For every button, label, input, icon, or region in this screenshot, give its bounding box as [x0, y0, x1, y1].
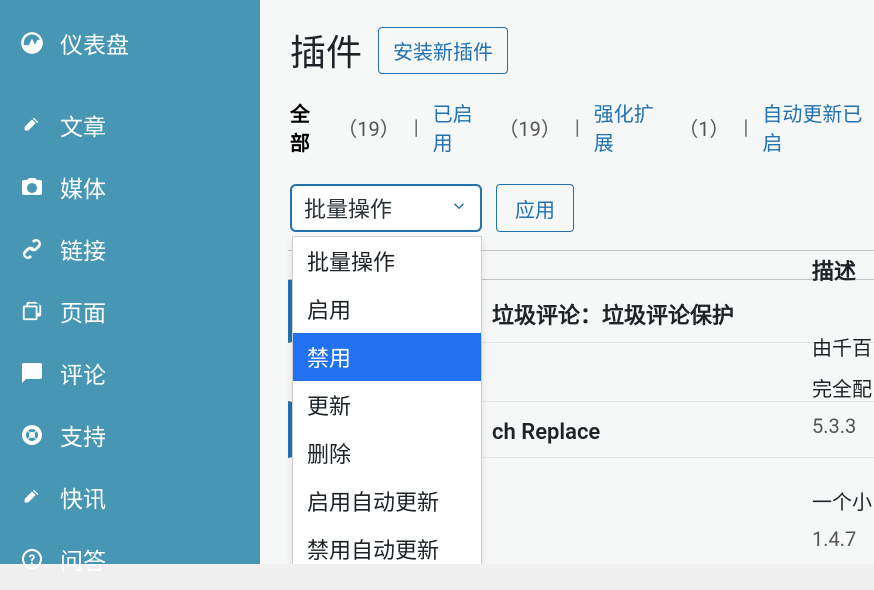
sidebar-item-pages[interactable]: 页面 [0, 280, 260, 342]
sidebar-label: 支持 [60, 418, 106, 452]
qa-icon: ? [18, 545, 46, 573]
sidebar-label: 链接 [60, 232, 106, 266]
sidebar-label: 问答 [60, 542, 106, 576]
bulk-action-select[interactable]: 批量操作 [290, 184, 482, 232]
desc-header: 描述 [812, 254, 874, 286]
filter-autoupdate[interactable]: 自动更新已启 [762, 98, 874, 156]
sidebar-item-media[interactable]: 媒体 [0, 156, 260, 218]
sidebar-item-posts[interactable]: 文章 [0, 94, 260, 156]
bulk-selected-label: 批量操作 [304, 192, 392, 224]
separator: | [410, 115, 423, 139]
separator: | [571, 115, 584, 139]
sidebar-item-qa[interactable]: ? 问答 [0, 528, 260, 590]
filter-all[interactable]: 全部 [290, 98, 327, 156]
chat-icon [18, 359, 46, 387]
bulk-option-enable-autoupdate[interactable]: 启用自动更新 [293, 477, 481, 525]
sidebar-item-links[interactable]: 链接 [0, 218, 260, 280]
plugin-desc2: 完全配 [812, 373, 874, 402]
camera-icon [18, 173, 46, 201]
sidebar-item-news[interactable]: 快讯 [0, 466, 260, 528]
link-icon [18, 235, 46, 263]
bulk-option-delete[interactable]: 删除 [293, 429, 481, 477]
sidebar-label: 页面 [60, 294, 106, 328]
filter-active[interactable]: 已启用 [433, 98, 489, 156]
pages-icon [18, 297, 46, 325]
sidebar-label: 仪表盘 [60, 26, 129, 60]
sidebar-label: 文章 [60, 108, 106, 142]
sidebar-label: 媒体 [60, 170, 106, 204]
filter-all-count: （19） [337, 113, 399, 142]
chevron-down-icon [450, 196, 468, 221]
description-column: 描述 由千百 完全配 5.3.3 一个小 1.4.7 [804, 254, 874, 551]
apply-button[interactable]: 应用 [496, 184, 574, 232]
sidebar-label: 评论 [60, 356, 106, 390]
separator: | [739, 115, 752, 139]
sidebar-item-support[interactable]: 支持 [0, 404, 260, 466]
bulk-option-bulk[interactable]: 批量操作 [293, 237, 481, 285]
filter-enhanced-count: （1） [678, 113, 729, 142]
install-plugin-button[interactable]: 安装新插件 [378, 27, 508, 74]
pin-icon [18, 111, 46, 139]
bulk-option-disable-autoupdate[interactable]: 禁用自动更新 [293, 525, 481, 564]
svg-text:?: ? [29, 553, 35, 568]
sidebar-item-dashboard[interactable]: 仪表盘 [0, 12, 260, 74]
bulk-option-enable[interactable]: 启用 [293, 285, 481, 333]
plugin-desc: 由千百 [812, 332, 874, 361]
pin-icon [18, 483, 46, 511]
lifebuoy-icon [18, 421, 46, 449]
filter-active-count: （19） [498, 113, 560, 142]
bulk-option-disable[interactable]: 禁用 [293, 333, 481, 381]
filter-enhanced[interactable]: 强化扩展 [594, 98, 668, 156]
dashboard-icon [18, 29, 46, 57]
plugin-version: 5.3.3 [812, 414, 874, 438]
filter-bar: 全部 （19） | 已启用 （19） | 强化扩展 （1） | 自动更新已启 [290, 98, 874, 156]
plugin-desc: 一个小 [812, 486, 874, 515]
bulk-action-dropdown: 批量操作 启用 禁用 更新 删除 启用自动更新 禁用自动更新 [292, 236, 482, 564]
bulk-option-update[interactable]: 更新 [293, 381, 481, 429]
sidebar-label: 快讯 [60, 480, 106, 514]
sidebar-item-comments[interactable]: 评论 [0, 342, 260, 404]
page-title: 插件 [290, 24, 362, 76]
plugin-version: 1.4.7 [812, 527, 874, 551]
